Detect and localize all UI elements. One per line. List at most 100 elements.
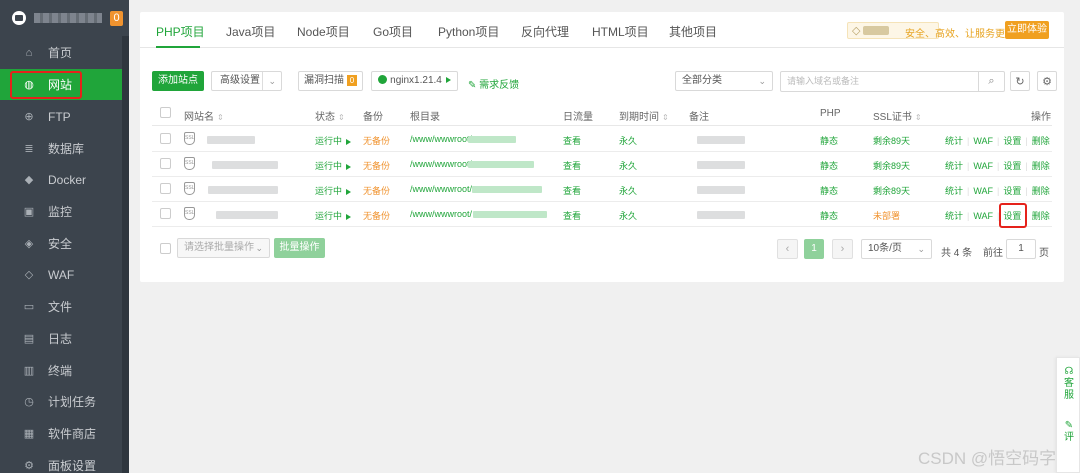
sidebar-item-docker[interactable]: ◆ Docker [0, 164, 122, 195]
search-icon[interactable]: ⌕ [978, 72, 1004, 91]
traffic-link[interactable]: 查看 [563, 184, 581, 197]
prev-page-button[interactable]: ‹ [777, 239, 798, 259]
status-running[interactable]: 运行中 [315, 134, 352, 147]
status-running[interactable]: 运行中 [315, 209, 352, 222]
add-site-button[interactable]: 添加站点 [152, 71, 204, 91]
php-version[interactable]: 静态 [820, 134, 838, 147]
refresh-icon[interactable]: ↻ [1010, 71, 1030, 91]
php-version[interactable]: 静态 [820, 209, 838, 222]
search-input[interactable]: 请输入域名或备注 ⌕ [780, 71, 1005, 92]
feedback-link[interactable]: ✎ 需求反馈 [468, 76, 519, 91]
site-name-redacted[interactable] [207, 136, 255, 144]
waf-link[interactable]: WAF [973, 211, 993, 221]
current-page[interactable]: 1 [804, 239, 824, 259]
per-page-select[interactable]: 10条/页 ⌄ [861, 239, 932, 259]
notification-badge[interactable]: 0 [110, 10, 123, 26]
sidebar-item-waf[interactable]: ◇ WAF [0, 259, 122, 290]
note-redacted[interactable] [697, 211, 745, 219]
site-name-redacted[interactable] [216, 211, 278, 219]
expire-value[interactable]: 永久 [619, 184, 637, 197]
backup-link[interactable]: 无备份 [363, 159, 390, 172]
php-version[interactable]: 静态 [820, 159, 838, 172]
root-path[interactable]: /www/wwwroot/ [410, 134, 472, 144]
settings-link[interactable]: 设置 [1003, 161, 1021, 171]
row-checkbox[interactable] [160, 158, 171, 169]
header-name[interactable]: 网站名 ⇕ [184, 108, 224, 123]
sidebar-scrollbar[interactable] [122, 36, 129, 473]
row-checkbox[interactable] [160, 208, 171, 219]
note-redacted[interactable] [697, 161, 745, 169]
site-name-redacted[interactable] [212, 161, 278, 169]
stats-link[interactable]: 统计 [945, 211, 963, 221]
tab-node[interactable]: Node项目 [297, 23, 350, 40]
sidebar-item-home[interactable]: ⌂ 首页 [0, 37, 122, 68]
footer-select-checkbox[interactable] [160, 243, 171, 254]
ssl-status[interactable]: 剩余89天 [873, 134, 910, 147]
tab-reverse-proxy[interactable]: 反向代理 [521, 23, 569, 40]
tab-go[interactable]: Go项目 [373, 23, 413, 40]
try-now-button[interactable]: 立即体验 [1005, 21, 1049, 39]
tab-other[interactable]: 其他项目 [669, 23, 717, 40]
sidebar-item-terminal[interactable]: ▥ 终端 [0, 355, 122, 386]
header-status[interactable]: 状态 ⇕ [315, 108, 345, 123]
delete-link[interactable]: 删除 [1032, 186, 1050, 196]
sidebar-item-store[interactable]: ▦ 软件商店 [0, 418, 122, 449]
sidebar-item-globe[interactable]: ◍ 网站 [0, 69, 122, 100]
delete-link[interactable]: 删除 [1032, 211, 1050, 221]
status-running[interactable]: 运行中 [315, 159, 352, 172]
sidebar-item-database[interactable]: ≣ 数据库 [0, 133, 122, 164]
category-select[interactable]: 全部分类 ⌄ [675, 71, 773, 91]
sidebar-item-shield[interactable]: ◈ 安全 [0, 228, 122, 259]
expire-value[interactable]: 永久 [619, 209, 637, 222]
root-path[interactable]: /www/wwwroot/ [410, 184, 472, 194]
stats-link[interactable]: 统计 [945, 161, 963, 171]
expire-value[interactable]: 永久 [619, 134, 637, 147]
sidebar-item-monitor[interactable]: ▣ 监控 [0, 196, 122, 227]
backup-link[interactable]: 无备份 [363, 134, 390, 147]
root-path[interactable]: /www/wwwroot/ [410, 159, 472, 169]
settings-link[interactable]: 设置 [1003, 211, 1021, 221]
php-version[interactable]: 静态 [820, 184, 838, 197]
review-button[interactable]: ✎ 评 [1057, 420, 1080, 444]
note-redacted[interactable] [697, 186, 745, 194]
root-path[interactable]: /www/wwwroot/ [410, 209, 472, 219]
ssl-status[interactable]: 未部署 [873, 209, 900, 222]
sidebar-item-ftp[interactable]: ⊕ FTP [0, 101, 122, 132]
tab-php[interactable]: PHP项目 [156, 23, 205, 40]
status-running[interactable]: 运行中 [315, 184, 352, 197]
batch-op-button[interactable]: 批量操作 [274, 238, 325, 258]
ssl-status[interactable]: 剩余89天 [873, 184, 910, 197]
row-checkbox[interactable] [160, 183, 171, 194]
tab-python[interactable]: Python项目 [438, 23, 499, 40]
waf-link[interactable]: WAF [973, 186, 993, 196]
nginx-button[interactable]: nginx1.21.4 [371, 71, 458, 91]
delete-link[interactable]: 删除 [1032, 136, 1050, 146]
backup-link[interactable]: 无备份 [363, 184, 390, 197]
settings-link[interactable]: 设置 [1003, 136, 1021, 146]
advanced-settings-button[interactable]: 高级设置 ⌄ [211, 71, 282, 91]
expire-value[interactable]: 永久 [619, 159, 637, 172]
tab-html[interactable]: HTML项目 [592, 23, 649, 40]
page-input[interactable]: 1 [1006, 239, 1036, 259]
header-expire[interactable]: 到期时间 ⇕ [619, 108, 669, 123]
settings-link[interactable]: 设置 [1003, 186, 1021, 196]
traffic-link[interactable]: 查看 [563, 209, 581, 222]
waf-link[interactable]: WAF [973, 136, 993, 146]
backup-link[interactable]: 无备份 [363, 209, 390, 222]
sidebar-item-folder[interactable]: ▭ 文件 [0, 291, 122, 322]
gear-icon[interactable]: ⚙ [1037, 71, 1057, 91]
header-ssl[interactable]: SSL证书 ⇕ [873, 108, 922, 123]
sidebar-item-settings[interactable]: ⚙ 面板设置 [0, 450, 122, 473]
vuln-scan-button[interactable]: 漏洞扫描 0 [298, 71, 363, 91]
stats-link[interactable]: 统计 [945, 186, 963, 196]
site-name-redacted[interactable] [208, 186, 278, 194]
tab-java[interactable]: Java项目 [226, 23, 275, 40]
sidebar-item-log[interactable]: ▤ 日志 [0, 323, 122, 354]
ssl-status[interactable]: 剩余89天 [873, 159, 910, 172]
select-all-checkbox[interactable] [160, 107, 171, 118]
delete-link[interactable]: 删除 [1032, 161, 1050, 171]
row-checkbox[interactable] [160, 133, 171, 144]
batch-op-select[interactable]: 请选择批量操作 ⌄ [177, 238, 270, 258]
stats-link[interactable]: 统计 [945, 136, 963, 146]
traffic-link[interactable]: 查看 [563, 159, 581, 172]
